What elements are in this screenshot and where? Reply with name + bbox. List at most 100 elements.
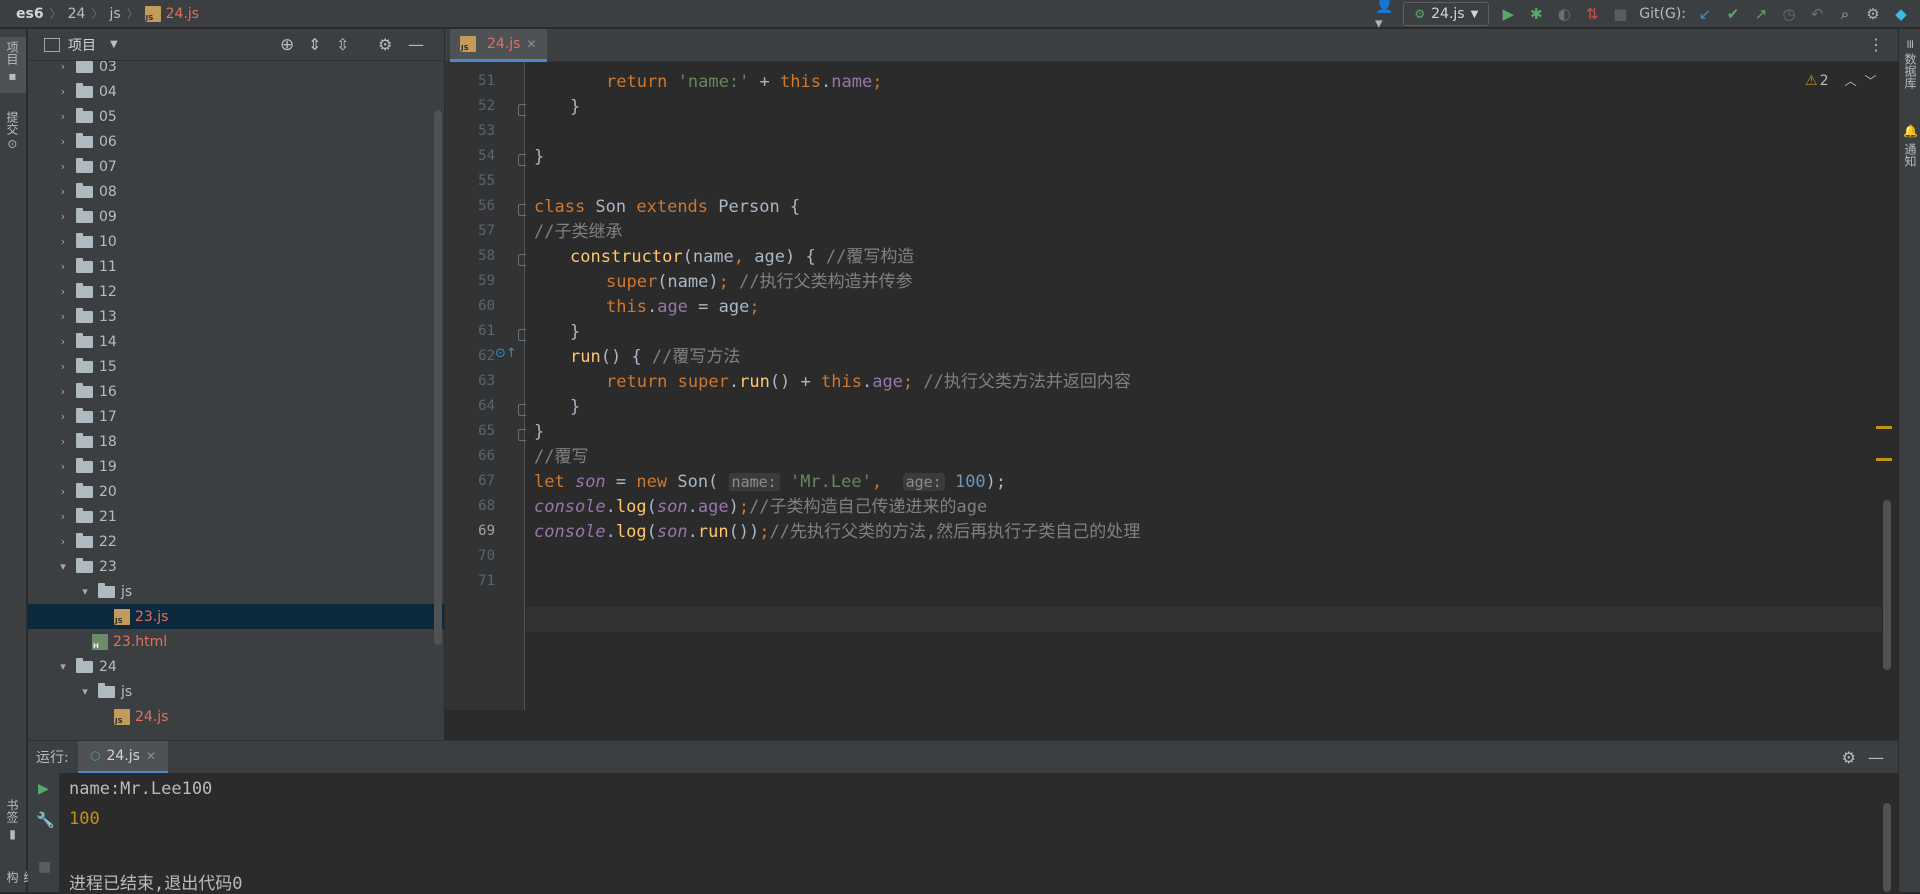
- chevron-right-icon[interactable]: ›: [56, 160, 70, 173]
- run-tab-24js[interactable]: ⬡ 24.js ✕: [78, 741, 168, 774]
- chevron-right-icon[interactable]: ›: [56, 460, 70, 473]
- rerun-icon[interactable]: ▶: [38, 781, 49, 797]
- warning-stripe-marker[interactable]: [1876, 426, 1892, 429]
- user-icon[interactable]: 👤▾: [1375, 0, 1394, 32]
- run-output[interactable]: name:Mr.Lee100 100 进程已结束,退出代码0: [61, 773, 1898, 894]
- tree-folder-row[interactable]: › 10: [28, 229, 444, 254]
- chevron-right-icon[interactable]: ›: [56, 135, 70, 148]
- search-icon[interactable]: ⌕: [1836, 5, 1854, 23]
- tree-folder-row[interactable]: › 07: [28, 154, 444, 179]
- chevron-right-icon[interactable]: ›: [56, 185, 70, 198]
- chevron-down-icon[interactable]: ▾: [78, 585, 92, 598]
- stop-icon[interactable]: ■: [1611, 5, 1629, 23]
- stop-icon[interactable]: ■: [38, 859, 51, 875]
- tree-file-row[interactable]: JS 24.js: [28, 704, 444, 729]
- tree-folder-row[interactable]: › 20: [28, 479, 444, 504]
- tree-folder-row[interactable]: › 04: [28, 79, 444, 104]
- rollback-icon[interactable]: ↶: [1808, 5, 1826, 23]
- minimize-icon[interactable]: —: [408, 35, 424, 54]
- run-config-selector[interactable]: ⚙ 24.js ▼: [1403, 2, 1490, 26]
- breadcrumb-project[interactable]: es6: [12, 6, 48, 22]
- chevron-right-icon[interactable]: ›: [56, 385, 70, 398]
- chevron-down-icon[interactable]: ▾: [56, 560, 70, 573]
- chevron-right-icon[interactable]: ›: [56, 85, 70, 98]
- tool-tab-bookmarks[interactable]: 书签 ▮: [4, 799, 21, 841]
- run-icon[interactable]: ▶: [1499, 5, 1517, 23]
- tree-folder-row[interactable]: ▾ 23: [28, 554, 444, 579]
- close-icon[interactable]: ✕: [526, 37, 536, 51]
- more-vertical-icon[interactable]: ⋮: [1868, 35, 1884, 54]
- git-push-icon[interactable]: ↗: [1752, 5, 1770, 23]
- chevron-down-icon[interactable]: ﹀: [1865, 72, 1877, 89]
- tool-tab-database[interactable]: ≡ 数据库: [1902, 39, 1919, 89]
- git-update-icon[interactable]: ↙: [1696, 5, 1714, 23]
- coverage-icon[interactable]: ◐: [1555, 5, 1573, 23]
- chevron-right-icon[interactable]: ›: [56, 335, 70, 348]
- breadcrumb-folder[interactable]: 24: [64, 6, 90, 22]
- collapse-all-icon[interactable]: ⇳: [336, 35, 349, 54]
- chevron-down-icon[interactable]: ▾: [56, 660, 70, 673]
- debug-icon[interactable]: ✱: [1527, 5, 1545, 23]
- tree-folder-row[interactable]: › 05: [28, 104, 444, 129]
- tree-folder-row[interactable]: ▾ js: [28, 579, 444, 604]
- expand-all-icon[interactable]: ⇕: [308, 35, 321, 54]
- tree-folder-row[interactable]: › 12: [28, 279, 444, 304]
- run-scrollbar[interactable]: [1883, 803, 1891, 892]
- tree-folder-row[interactable]: › 17: [28, 404, 444, 429]
- tree-folder-row[interactable]: › 21: [28, 504, 444, 529]
- jetbrains-logo-icon[interactable]: ◆: [1892, 5, 1910, 23]
- wrench-icon[interactable]: 🔧: [36, 811, 55, 829]
- minimize-icon[interactable]: —: [1868, 748, 1884, 767]
- gear-icon[interactable]: ⚙: [1842, 748, 1856, 767]
- inspection-widget[interactable]: ⚠ 2 ︿ ﹀: [1805, 72, 1877, 89]
- chevron-down-icon[interactable]: ▼: [110, 39, 118, 50]
- tree-folder-row[interactable]: › 19: [28, 454, 444, 479]
- chevron-right-icon[interactable]: ›: [56, 110, 70, 123]
- tree-folder-row[interactable]: › 03: [28, 61, 444, 79]
- chevron-right-icon[interactable]: ›: [56, 410, 70, 423]
- override-method-icon[interactable]: ⊙↑: [495, 346, 517, 361]
- tool-tab-commit[interactable]: 提交 ⊙: [4, 111, 21, 149]
- chevron-right-icon[interactable]: ›: [56, 535, 70, 548]
- tree-folder-row[interactable]: › 08: [28, 179, 444, 204]
- breadcrumb-file[interactable]: 24.js: [166, 6, 203, 22]
- chevron-right-icon[interactable]: ›: [56, 235, 70, 248]
- chevron-right-icon[interactable]: ›: [56, 210, 70, 223]
- editor-scrollbar[interactable]: [1883, 500, 1891, 670]
- chevron-up-icon[interactable]: ︿: [1844, 72, 1856, 89]
- tree-folder-row[interactable]: › 15: [28, 354, 444, 379]
- chevron-right-icon[interactable]: ›: [56, 510, 70, 523]
- tool-tab-notifications[interactable]: 🔔 通知: [1902, 124, 1919, 167]
- chevron-right-icon[interactable]: ›: [56, 485, 70, 498]
- tree-folder-row[interactable]: › 22: [28, 529, 444, 554]
- chevron-right-icon[interactable]: ›: [56, 61, 70, 73]
- tree-file-row[interactable]: JS 23.js: [28, 604, 444, 629]
- tree-folder-row[interactable]: › 16: [28, 379, 444, 404]
- tree-folder-row[interactable]: › 18: [28, 429, 444, 454]
- breadcrumb-subfolder[interactable]: js: [105, 6, 124, 22]
- chevron-right-icon[interactable]: ›: [56, 310, 70, 323]
- tree-file-row[interactable]: H 23.html: [28, 629, 444, 654]
- tree-folder-row[interactable]: › 11: [28, 254, 444, 279]
- warning-stripe-marker[interactable]: [1876, 458, 1892, 461]
- chevron-down-icon[interactable]: ▾: [78, 685, 92, 698]
- editor-tab-24js[interactable]: JS 24.js ✕: [450, 29, 547, 62]
- tree-folder-row[interactable]: › 06: [28, 129, 444, 154]
- tree-folder-row[interactable]: ▾ 24: [28, 654, 444, 679]
- history-icon[interactable]: ◷: [1780, 5, 1798, 23]
- profiler-icon[interactable]: ⇅: [1583, 5, 1601, 23]
- chevron-right-icon[interactable]: ›: [56, 260, 70, 273]
- chevron-right-icon[interactable]: ›: [56, 360, 70, 373]
- settings-icon[interactable]: ⚙: [1864, 5, 1882, 23]
- close-icon[interactable]: ✕: [146, 749, 156, 763]
- tree-folder-row[interactable]: › 13: [28, 304, 444, 329]
- chevron-right-icon[interactable]: ›: [56, 435, 70, 448]
- project-scrollbar[interactable]: [434, 110, 442, 645]
- tool-tab-project[interactable]: 项目 ▪: [4, 41, 21, 83]
- git-commit-icon[interactable]: ✔: [1724, 5, 1742, 23]
- tree-folder-row[interactable]: › 09: [28, 204, 444, 229]
- locate-icon[interactable]: ⊕: [280, 35, 294, 55]
- gear-icon[interactable]: ⚙: [378, 35, 392, 54]
- tree-folder-row[interactable]: ▾ js: [28, 679, 444, 704]
- chevron-right-icon[interactable]: ›: [56, 285, 70, 298]
